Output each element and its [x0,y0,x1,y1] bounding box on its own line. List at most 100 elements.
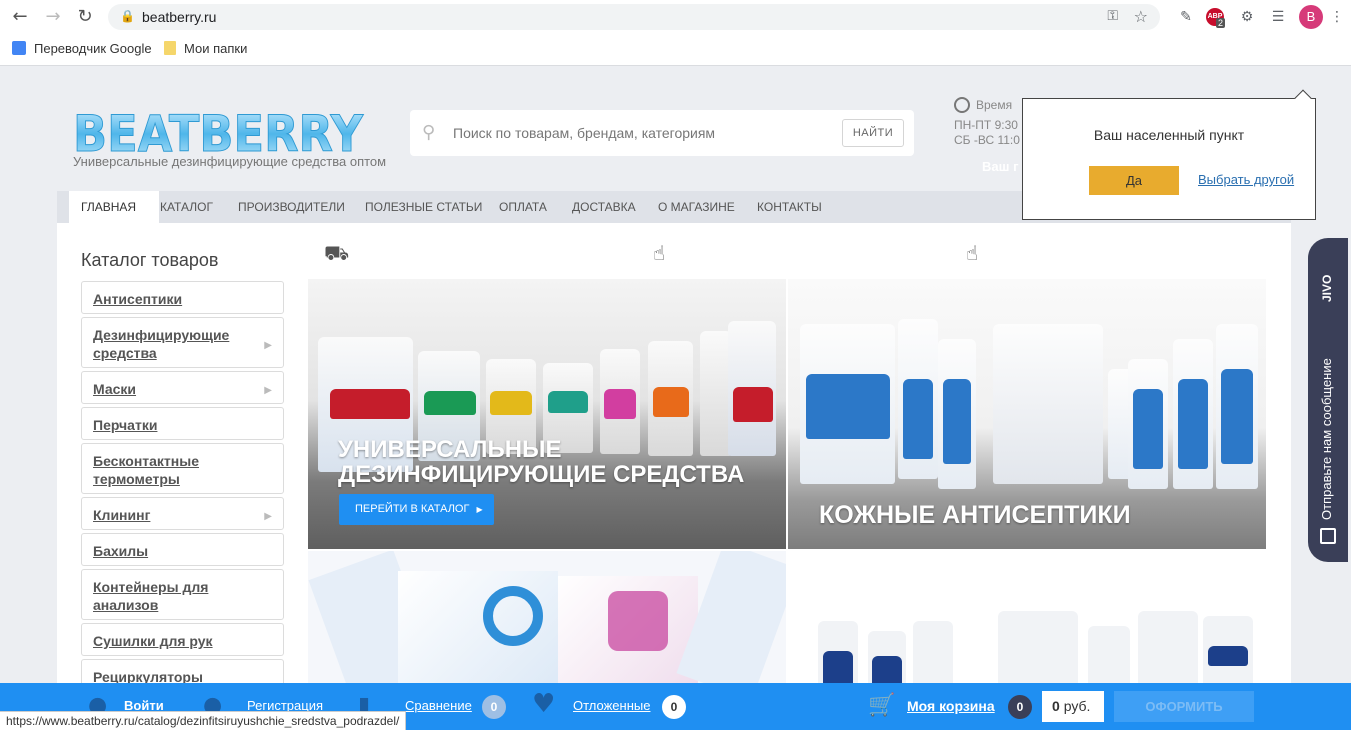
hours-label: Время [976,98,1013,112]
product-image [993,324,1103,484]
thumbs-up-icon: ☝ [653,241,666,265]
catalog-item-masks[interactable]: Маски ▶ [81,371,284,404]
banner-title: УНИВЕРСАЛЬНЫЕ ДЕЗИНФИЦИРУЮЩИЕ СРЕДСТВА [338,437,744,487]
nav-articles[interactable]: ПОЛЕЗНЫЕ СТАТЬИ [365,191,482,223]
site-logo[interactable]: BEATBERRY [73,103,365,156]
deferred-count-badge: 0 [662,695,686,719]
bookmarks-bar: Переводчик Google Мои папки [0,34,1351,66]
search-button[interactable]: НАЙТИ [842,119,904,147]
cart-total-value: 0 [1052,698,1060,714]
banner-disinfectants[interactable]: УНИВЕРСАЛЬНЫЕ ДЕЗИНФИЦИРУЮЩИЕ СРЕДСТВА П… [308,279,786,549]
product-image [1088,626,1130,683]
compare-count-badge: 0 [482,695,506,719]
search-input[interactable]: Поиск по товарам, брендам, категориям [453,125,715,141]
nav-catalog[interactable]: КАТАЛОГ [160,191,213,223]
city-link[interactable]: Ваш г [982,159,1018,174]
hours-weekend: СБ -ВС 11:0 [954,133,1020,147]
product-image [1208,646,1248,666]
working-hours: Время ПН-ПТ 9:30 СБ -ВС 11:0 [954,97,1020,148]
product-image [872,656,902,683]
product-image [1133,389,1163,469]
catalog-item-label: Клининг [93,507,151,523]
banner-title-line: ДЕЗИНФИЦИРУЮЩИЕ СРЕДСТВА [338,461,745,488]
back-icon[interactable]: ← [9,6,31,28]
nav-payment[interactable]: ОПЛАТА [499,191,547,223]
forward-icon[interactable]: → [42,6,64,28]
status-bar-url: https://www.beatberry.ru/catalog/dezinfi… [0,711,407,730]
product-image [943,379,971,464]
url-text[interactable]: beatberry.ru [142,9,216,25]
go-to-catalog-button[interactable]: ПЕРЕЙТИ В КАТАЛОГ ▶ [339,494,494,525]
menu-dots-icon[interactable]: ⋮ [1327,7,1347,27]
truck-icon: ⛟ [324,241,350,265]
product-image [330,389,410,419]
catalog-item-gloves[interactable]: Перчатки [81,407,284,440]
folder-icon [164,41,176,55]
site-tagline: Универсальные дезинфицирующие средства о… [73,154,387,169]
search-icon: ⚲ [422,122,436,143]
nav-about[interactable]: О МАГАЗИНЕ [658,191,735,223]
city-yes-button[interactable]: Да [1089,166,1179,195]
product-image [913,621,953,683]
banner-soap[interactable] [788,551,1266,683]
media-queue-icon[interactable]: ☰ [1268,7,1288,27]
product-image [1138,611,1198,683]
catalog-item-cleaning[interactable]: Клининг ▶ [81,497,284,530]
catalog-item-thermometers[interactable]: Бесконтактные термометры [81,443,284,494]
key-icon[interactable]: ⚿ [1107,8,1118,24]
nav-delivery[interactable]: ДОСТАВКА [572,191,636,223]
product-image [608,591,668,651]
city-choose-other-link[interactable]: Выбрать другой [1198,172,1294,187]
catalog-item-disinfectants[interactable]: Дезинфицирующие средства ▶ [81,317,284,368]
nav-manufacturers[interactable]: ПРОИЗВОДИТЕЛИ [238,191,345,223]
checkout-button[interactable]: ОФОРМИТЬ [1114,691,1254,722]
product-image [604,389,636,419]
pen-extension-icon[interactable]: ✎ [1176,7,1196,27]
city-popup: Ваш населенный пункт Да Выбрать другой [1022,89,1316,220]
banner-title: КОЖНЫЕ АНТИСЕПТИКИ [819,501,1131,529]
banner-wipes[interactable] [308,551,786,683]
catalog-item-recirculators[interactable]: Рециркуляторы [81,659,284,683]
deferred-link[interactable]: Отложенные [573,698,650,713]
search-box: ⚲ Поиск по товарам, брендам, категориям … [410,110,914,156]
catalog-item-antiseptics[interactable]: Антисептики [81,281,284,314]
catalog-title: Каталог товаров [81,250,219,270]
catalog-item-label: Антисептики [93,291,183,307]
cart-total: 0 руб. [1042,691,1104,722]
banner-skin-antiseptics[interactable]: КОЖНЫЕ АНТИСЕПТИКИ [788,279,1266,549]
bookmark-label: Переводчик Google [34,41,152,56]
catalog-item-shoe-covers[interactable]: Бахилы [81,533,284,566]
nav-contacts[interactable]: КОНТАКТЫ [757,191,822,223]
bookmark-my-folders[interactable]: Мои папки [164,41,247,56]
jivo-chat-tab[interactable]: JIVO Отправьте нам сообщение [1308,238,1348,562]
catalog-item-hand-dryers[interactable]: Сушилки для рук [81,623,284,656]
product-image [1221,369,1253,464]
go-to-catalog-label: ПЕРЕЙТИ В КАТАЛОГ [355,503,470,515]
product-image [424,391,476,415]
bookmark-google-translate[interactable]: Переводчик Google [12,41,152,56]
bookmark-star-icon[interactable]: ☆ [1134,7,1148,26]
reload-icon[interactable]: ↻ [74,6,96,28]
compare-link[interactable]: Сравнение [405,698,472,713]
caret-right-icon: ▶ [476,505,483,514]
product-image [806,374,890,439]
catalog-item-label: Сушилки для рук [93,633,213,649]
product-image [653,387,689,417]
product-image [1178,379,1208,469]
product-image [823,651,853,683]
product-image [548,391,588,413]
nav-home[interactable]: ГЛАВНАЯ [69,191,159,223]
catalog-item-label: Бахилы [93,543,149,559]
heart-icon: ♥ [532,689,556,719]
thumbs-up-icon: ☝ [966,241,979,265]
profile-avatar[interactable]: B [1299,5,1323,29]
address-bar[interactable]: 🔒 beatberry.ru ⚿ ☆ [108,4,1160,30]
cart-total-unit: руб. [1063,698,1091,714]
extensions-puzzle-icon[interactable]: ⚙ [1237,7,1257,27]
catalog-item-containers[interactable]: Контейнеры для анализов [81,569,284,620]
jivo-message-label: Отправьте нам сообщение [1319,358,1334,520]
cart-icon: 🛒 [868,693,896,718]
banner-title-line: УНИВЕРСАЛЬНЫЕ [338,436,562,463]
product-image [733,387,773,422]
cart-link[interactable]: Моя корзина [907,698,995,714]
